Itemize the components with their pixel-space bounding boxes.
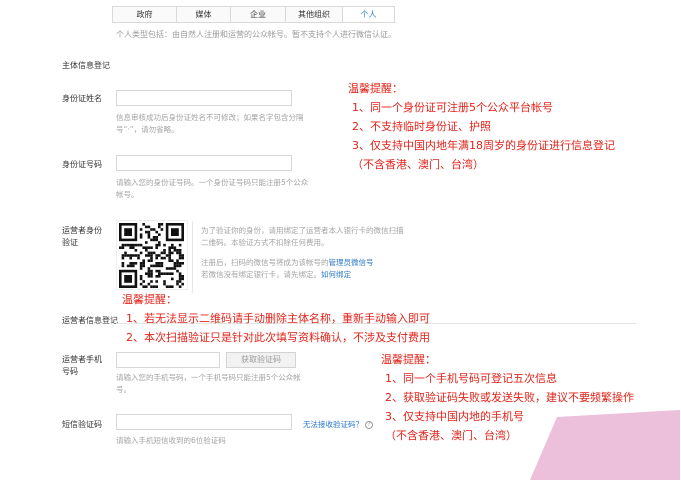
id-name-input[interactable]	[116, 90, 292, 106]
note-id-card-line-2: 2、不支持临时身份证、护照	[352, 120, 491, 133]
tab-government[interactable]: 政府	[113, 7, 177, 22]
id-name-help-2: 号“·”，请勿省略。	[116, 125, 179, 134]
qr-desc-1: 为了验证你的身份，请用绑定了运营者本人银行卡的微信扫描	[201, 226, 404, 235]
note-qr-title: 温馨提醒：	[122, 293, 177, 306]
question-icon: ?	[365, 421, 373, 429]
note-id-card-line-4: （不含香港、澳门、台湾）	[352, 158, 484, 171]
note-phone-line-1: 1、同一个手机号码可登记五次信息	[385, 372, 557, 385]
sms-code-input[interactable]	[116, 414, 292, 430]
id-number-help-1: 请输入您的身份证号码。一个身份证号码只能注册5个公众	[116, 178, 309, 187]
qr-description-panel: 为了验证你的身份，请用绑定了运营者本人银行卡的微信扫描 二维码。本验证方式不扣除…	[192, 221, 432, 293]
qr-desc-4-text: 若微信没有绑定银行卡，请先绑定。	[201, 270, 321, 279]
personal-type-hint: 个人类型包括：由自然人注册和运营的公众帐号。暂不支持个人进行微信认证。	[116, 30, 396, 39]
phone-label-2: 号码	[62, 367, 78, 376]
phone-help-2: 号。	[116, 385, 131, 394]
admin-wechat-link[interactable]: 管理员微信号	[329, 258, 374, 267]
tab-enterprise[interactable]: 企业	[231, 7, 286, 22]
qr-desc-2: 二维码。本验证方式不扣除任何费用。	[201, 238, 329, 247]
id-name-help-1: 信息审核成功后身份证姓名不可修改；如果名字包含分隔	[116, 113, 304, 122]
phone-input[interactable]	[116, 352, 220, 368]
note-phone-line-2: 2、获取验证码失败或发送失败，建议不要频繁操作	[385, 391, 634, 404]
qr-desc-3-text: 注册后，扫码的微信号将成为该帐号的	[201, 258, 329, 267]
account-type-tabs: 政府 媒体 企业 其他组织 个人	[112, 6, 395, 23]
get-code-button[interactable]: 获取验证码	[226, 352, 296, 368]
phone-label-1: 运营者手机	[62, 355, 102, 364]
registration-page: 政府 媒体 企业 其他组织 个人 个人类型包括：由自然人注册和运营的公众帐号。暂…	[0, 0, 681, 480]
section-title: 主体信息登记	[62, 61, 110, 70]
note-phone-title: 温馨提醒：	[381, 353, 436, 366]
note-id-card-line-1: 1、同一个身份证可注册5个公众平台帐号	[352, 101, 553, 114]
id-number-help-2: 帐号。	[116, 190, 139, 199]
id-number-label: 身份证号码	[62, 160, 102, 169]
id-number-input[interactable]	[116, 155, 292, 171]
phone-help-1: 请输入您的手机号码，一个手机号码只能注册5个公众帐	[116, 373, 301, 382]
note-id-card-line-3: 3、仅支持中国内地年满18周岁的身份证进行信息登记	[352, 139, 615, 152]
tab-other-org[interactable]: 其他组织	[286, 7, 343, 22]
id-name-label: 身份证姓名	[62, 94, 102, 103]
qr-desc-4: 若微信没有绑定银行卡，请先绑定。如何绑定	[201, 269, 351, 280]
qr-code-icon	[119, 223, 184, 288]
sms-label: 短信验证码	[62, 420, 102, 429]
note-id-card: 温馨提醒： 1、同一个身份证可注册5个公众平台帐号 2、不支持临时身份证、护照 …	[348, 79, 615, 174]
sms-help: 请输入手机短信收到的6位验证码	[116, 436, 226, 445]
note-qr-line-1: 1、若无法显示二维码请手动删除主体名称，重新手动输入即可	[126, 312, 430, 325]
qr-code[interactable]	[116, 220, 188, 290]
cannot-receive-code-link[interactable]: 无法接收验证码？?	[303, 419, 373, 430]
note-qr-line-2: 2、本次扫描验证只是针对此次填写资料确认，不涉及支付费用	[126, 331, 430, 344]
note-id-card-title: 温馨提醒：	[348, 82, 403, 95]
qr-desc-3: 注册后，扫码的微信号将成为该帐号的管理员微信号	[201, 257, 374, 268]
tab-media[interactable]: 媒体	[177, 7, 231, 22]
how-to-bind-link[interactable]: 如何绑定	[321, 270, 351, 279]
tab-personal[interactable]: 个人	[343, 7, 394, 22]
cannot-receive-code-text: 无法接收验证码？	[303, 420, 363, 429]
operator-verify-label-2: 验证	[62, 238, 78, 247]
note-qr: 温馨提醒： 1、若无法显示二维码请手动删除主体名称，重新手动输入即可 2、本次扫…	[122, 290, 430, 347]
operator-info-label: 运营者信息登记	[62, 316, 118, 325]
operator-verify-label-1: 运营者身份	[62, 226, 102, 235]
